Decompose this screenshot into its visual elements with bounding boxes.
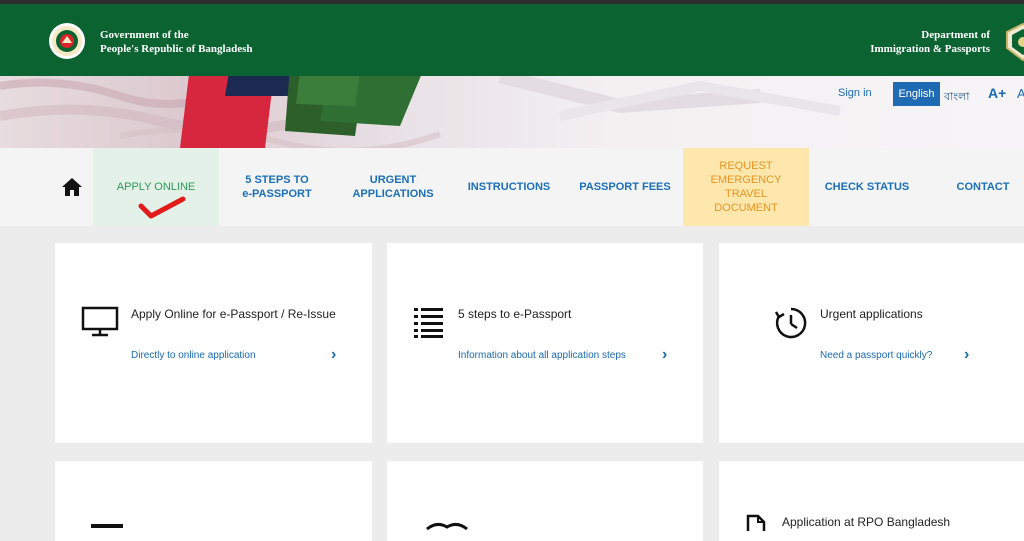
nav-instructions[interactable]: INSTRUCTIONS — [451, 148, 567, 226]
card-urgent-applications[interactable]: Urgent applications Need a passport quic… — [719, 243, 1024, 443]
card-title: 5 steps to e-Passport — [458, 307, 572, 321]
font-increase-button[interactable]: A+ — [988, 85, 1006, 101]
card-rpo-bangladesh[interactable]: Application at RPO Bangladesh — [719, 461, 1024, 541]
card-title: Urgent applications — [820, 307, 923, 321]
nav-check-status[interactable]: CHECK STATUS — [809, 148, 925, 226]
font-default-button[interactable]: A — [1017, 86, 1024, 101]
nav-home[interactable] — [52, 148, 92, 226]
card-title: Application at RPO Bangladesh — [782, 515, 951, 529]
nav-check-status-label: CHECK STATUS — [824, 181, 910, 193]
card-row2-2[interactable] — [387, 461, 703, 541]
bangladesh-emblem-icon[interactable] — [48, 22, 86, 60]
nav-apply-online-label: APPLY ONLINE — [116, 181, 196, 193]
nav-passport-fees-label: PASSPORT FEES — [579, 181, 671, 193]
nav-req-line1: REQUEST — [719, 160, 773, 172]
language-bangla-button[interactable]: বাংলা — [944, 88, 969, 107]
nav-passport-fees[interactable]: PASSPORT FEES — [567, 148, 683, 226]
chevron-right-icon[interactable]: › — [964, 346, 969, 364]
checkmark-annotation-icon — [138, 196, 186, 219]
nav-request-emergency-travel-document[interactable]: REQUEST EMERGENCY TRAVEL DOCUMENT — [683, 148, 809, 226]
nav-req-line2: EMERGENCY — [710, 174, 782, 186]
nav-5-steps-line2: e-PASSPORT — [242, 188, 312, 200]
card-icon-partial — [91, 524, 123, 528]
site-header: Government of the People's Republic of B… — [0, 4, 1024, 76]
clock-icon — [774, 307, 807, 339]
card-link[interactable]: Need a passport quickly? — [820, 350, 932, 361]
document-icon — [746, 514, 766, 531]
monitor-icon — [81, 306, 119, 337]
card-title: Apply Online for e-Passport / Re-Issue — [131, 307, 336, 321]
nav-req-line3: TRAVEL — [725, 188, 767, 200]
card-5-steps[interactable]: 5 steps to e-Passport Information about … — [387, 243, 703, 443]
card-row2-1[interactable] — [55, 461, 372, 541]
sign-in-link[interactable]: Sign in — [838, 87, 872, 99]
nav-contact[interactable]: CONTACT — [925, 148, 1024, 226]
nav-urgent-applications[interactable]: URGENT APPLICATIONS — [335, 148, 451, 226]
language-english-button[interactable]: English — [893, 82, 940, 106]
nav-urgent-line1: URGENT — [369, 174, 417, 186]
nav-contact-label: CONTACT — [956, 181, 1010, 193]
card-link[interactable]: Directly to online application — [131, 350, 256, 361]
department-logo-icon[interactable] — [1003, 22, 1024, 62]
main-navigation: APPLY ONLINE 5 STEPS TO e-PASSPORT URGEN… — [0, 148, 1024, 226]
chevron-right-icon[interactable]: › — [662, 346, 667, 364]
government-title-line2: People's Republic of Bangladesh — [100, 43, 253, 55]
nav-urgent-line2: APPLICATIONS — [352, 188, 434, 200]
nav-5-steps[interactable]: 5 STEPS TO e-PASSPORT — [219, 148, 335, 226]
book-icon — [426, 522, 468, 531]
department-title-line2: Immigration & Passports — [870, 43, 990, 55]
nav-5-steps-line1: 5 STEPS TO — [245, 174, 309, 186]
government-title[interactable]: Government of the People's Republic of B… — [100, 28, 253, 56]
department-title-line1: Department of — [921, 29, 990, 41]
nav-instructions-label: INSTRUCTIONS — [467, 181, 551, 193]
card-apply-online[interactable]: Apply Online for e-Passport / Re-Issue D… — [55, 243, 372, 443]
department-title[interactable]: Department of Immigration & Passports — [870, 28, 990, 56]
list-icon — [414, 308, 443, 338]
chevron-right-icon[interactable]: › — [331, 346, 336, 364]
card-link[interactable]: Information about all application steps — [458, 350, 626, 361]
home-icon — [62, 178, 82, 196]
nav-req-line4: DOCUMENT — [714, 202, 778, 214]
nav-apply-online[interactable]: APPLY ONLINE — [93, 148, 219, 226]
government-title-line1: Government of the — [100, 29, 189, 41]
